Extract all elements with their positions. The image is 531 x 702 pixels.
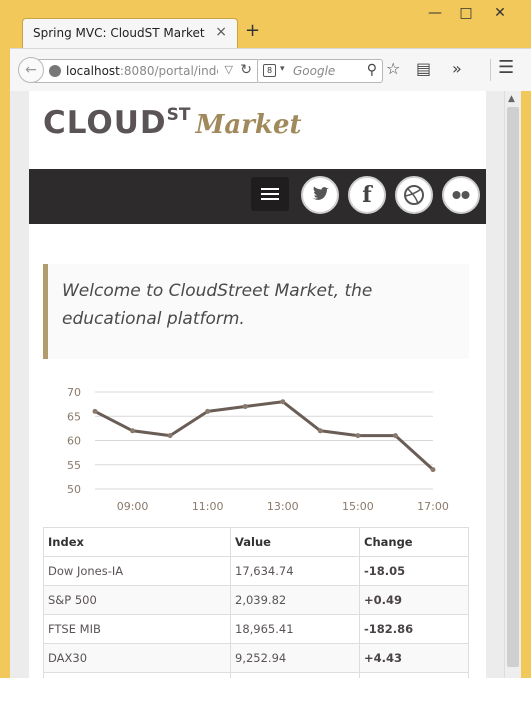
toolbar-divider [490,59,491,81]
menu-icon[interactable]: ☰ [498,57,514,78]
data-point[interactable] [205,408,211,414]
series-line [94,400,435,471]
url-dropdown-icon[interactable]: ▽ [225,63,233,76]
cell-value: 18,965.41 [230,614,360,644]
cell-index: S&P 500 [43,585,231,615]
new-tab-icon[interactable]: + [245,20,260,41]
maximize-icon[interactable]: □ [451,2,481,24]
search-go-icon[interactable]: ⚲ [367,62,377,78]
scrollbar-thumb[interactable] [507,107,519,667]
cell-value: 9,252.94 [230,643,360,673]
cell-change: +4.43 [359,643,469,673]
data-point[interactable] [317,428,323,434]
cell-index: DAX30 [43,643,231,673]
table-row[interactable]: S&P 500 2,039.82 +0.49 [43,585,469,615]
cell-change: -182.86 [359,614,469,644]
facebook-icon[interactable]: f [348,176,386,214]
url-text[interactable]: localhost:8080/portal/inde [66,64,218,78]
twitter-icon[interactable] [301,176,339,214]
search-input[interactable]: Google [293,64,335,78]
x-tick-label: 13:00 [267,500,299,513]
y-tick-label: 55 [67,459,81,472]
data-point[interactable] [430,467,436,473]
minimize-icon[interactable]: — [420,2,450,24]
data-point[interactable] [355,433,361,439]
header-change[interactable]: Change [359,527,469,557]
data-point[interactable] [242,404,248,410]
site-logo[interactable]: CLOUDST Market [43,105,302,141]
web-page: CLOUDST Market f Welcome to CloudStreet … [29,91,486,678]
cell-change: -18.05 [359,556,469,586]
table-row[interactable]: DAX30 9,252.94 +4.43 [43,643,469,673]
cell-change: +0.49 [359,585,469,615]
title-bar: Spring MVC: CloudST Market × + — □ ✕ [0,0,531,48]
url-host: localhost [66,64,120,78]
cell-value [230,672,360,678]
close-window-icon[interactable]: ✕ [485,2,515,24]
reading-list-icon[interactable]: ▤ [416,59,431,78]
table-header-row: Index Value Change [43,527,469,557]
browser-tab[interactable]: Spring MVC: CloudST Market × [22,18,238,48]
data-point[interactable] [92,408,98,414]
y-tick-label: 70 [67,386,81,399]
header-index[interactable]: Index [43,527,231,557]
cell-value: 17,634.74 [230,556,360,586]
data-point[interactable] [392,433,398,439]
logo-market-text: Market [195,110,302,140]
cell-change [359,672,469,678]
reload-icon[interactable]: ↻ [240,62,252,78]
cell-value: 2,039.82 [230,585,360,615]
scroll-up-icon[interactable]: ▲ [508,94,515,104]
navigation-toolbar: localhost:8080/portal/inde ▽ ↻ ← 8 ▾ Goo… [10,48,531,91]
indices-table: Index Value Change Dow Jones-IA 17,634.7… [43,527,469,678]
table-row[interactable] [43,672,469,678]
cell-index [43,672,231,678]
y-tick-label: 65 [67,410,81,423]
y-tick-label: 60 [67,435,81,448]
data-point[interactable] [167,433,173,439]
x-tick-label: 11:00 [192,500,224,513]
data-point[interactable] [280,399,286,405]
welcome-text: Welcome to CloudStreet Market, the educa… [62,281,373,329]
x-tick-label: 15:00 [342,500,374,513]
logo-cloud-text: CLOUD [43,105,167,141]
welcome-blockquote: Welcome to CloudStreet Market, the educa… [43,264,469,359]
page-viewport: CLOUDST Market f Welcome to CloudStreet … [10,91,521,678]
back-icon[interactable]: ← [18,57,44,83]
x-tick-label: 17:00 [417,500,449,513]
cell-index: FTSE MIB [43,614,231,644]
bookmark-star-icon[interactable]: ☆ [386,59,400,78]
search-bar[interactable]: 8 ▾ Google ⚲ [257,59,383,83]
search-engine-icon[interactable]: 8 [263,64,276,77]
x-tick-label: 09:00 [117,500,149,513]
site-navbar: f [29,169,486,224]
url-path: :8080/portal/inde [119,64,218,78]
overflow-icon[interactable]: » [452,59,462,78]
flickr-icon[interactable] [442,176,480,214]
y-tick-label: 50 [67,483,81,496]
logo-st-text: ST [166,105,191,125]
table-row[interactable]: Dow Jones-IA 17,634.74 -18.05 [43,556,469,586]
header-value[interactable]: Value [230,527,360,557]
hamburger-menu-icon[interactable] [251,177,289,211]
site-info-icon[interactable] [49,65,61,77]
engine-dropdown-icon[interactable]: ▾ [280,64,285,74]
tab-close-icon[interactable]: × [215,24,227,40]
browser-window: Spring MVC: CloudST Market × + — □ ✕ loc… [0,0,531,678]
vertical-scrollbar[interactable]: ▲ [504,91,521,678]
url-bar[interactable]: localhost:8080/portal/inde ▽ ↻ [32,59,260,83]
market-line-chart: 70 65 60 55 50 09:00 11:00 13:00 15:00 17:00 [67,386,449,513]
table-row[interactable]: FTSE MIB 18,965.41 -182.86 [43,614,469,644]
tab-title: Spring MVC: CloudST Market [33,26,205,40]
data-point[interactable] [130,428,136,434]
cell-index: Dow Jones-IA [43,556,231,586]
dribbble-icon[interactable] [395,176,433,214]
